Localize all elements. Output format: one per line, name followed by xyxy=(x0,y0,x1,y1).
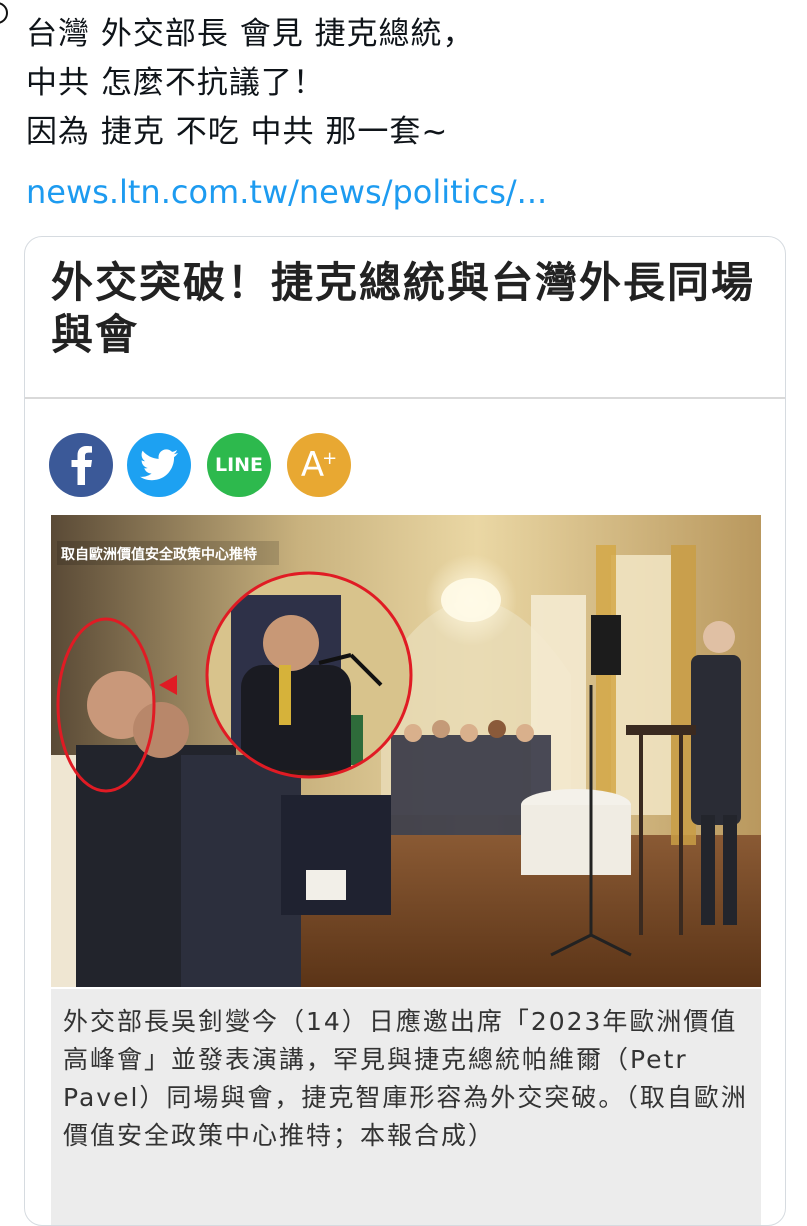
photo-credit: 取自歐洲價值安全政策中心推特 xyxy=(61,546,257,563)
facebook-icon xyxy=(71,446,92,485)
line-share-button[interactable]: LINE xyxy=(207,433,271,497)
font-size-button[interactable]: A+ xyxy=(287,433,351,497)
twitter-icon xyxy=(140,449,178,481)
font-size-icon: A+ xyxy=(300,445,338,485)
conference-photo: 取自歐洲價值安全政策中心推特 xyxy=(51,515,761,987)
line-icon-label: LINE xyxy=(214,454,264,476)
avatar-edge xyxy=(0,2,8,24)
link-preview-card[interactable]: 外交突破！捷克總統與台灣外長同場與會 LINE A+ 取自歐洲價值安全政策中心推… xyxy=(24,236,786,1226)
tweet-text: 台灣 外交部長 會見 捷克總統， 中共 怎麼不抗議了！ 因為 捷克 不吃 中共 … xyxy=(26,10,786,157)
article-photo[interactable]: 取自歐洲價值安全政策中心推特 xyxy=(51,515,761,987)
article-headline: 外交突破！捷克總統與台灣外長同場與會 xyxy=(51,258,756,359)
tweet-line-2: 中共 怎麼不抗議了！ xyxy=(26,65,325,101)
facebook-share-button[interactable] xyxy=(49,433,113,497)
tweet-line-3: 因為 捷克 不吃 中共 那一套~ xyxy=(26,114,449,150)
twitter-share-button[interactable] xyxy=(127,433,191,497)
card-header: 外交突破！捷克總統與台灣外長同場與會 xyxy=(25,237,785,399)
caption-box: 外交部長吳釗燮今（14）日應邀出席「2023年歐洲價值高峰會」並發表演講，罕見與… xyxy=(51,989,761,1225)
tweet-line-1: 台灣 外交部長 會見 捷克總統， xyxy=(26,16,475,52)
photo-caption: 外交部長吳釗燮今（14）日應邀出席「2023年歐洲價值高峰會」並發表演講，罕見與… xyxy=(63,1007,748,1150)
tweet-link[interactable]: news.ltn.com.tw/news/politics/... xyxy=(26,167,547,217)
